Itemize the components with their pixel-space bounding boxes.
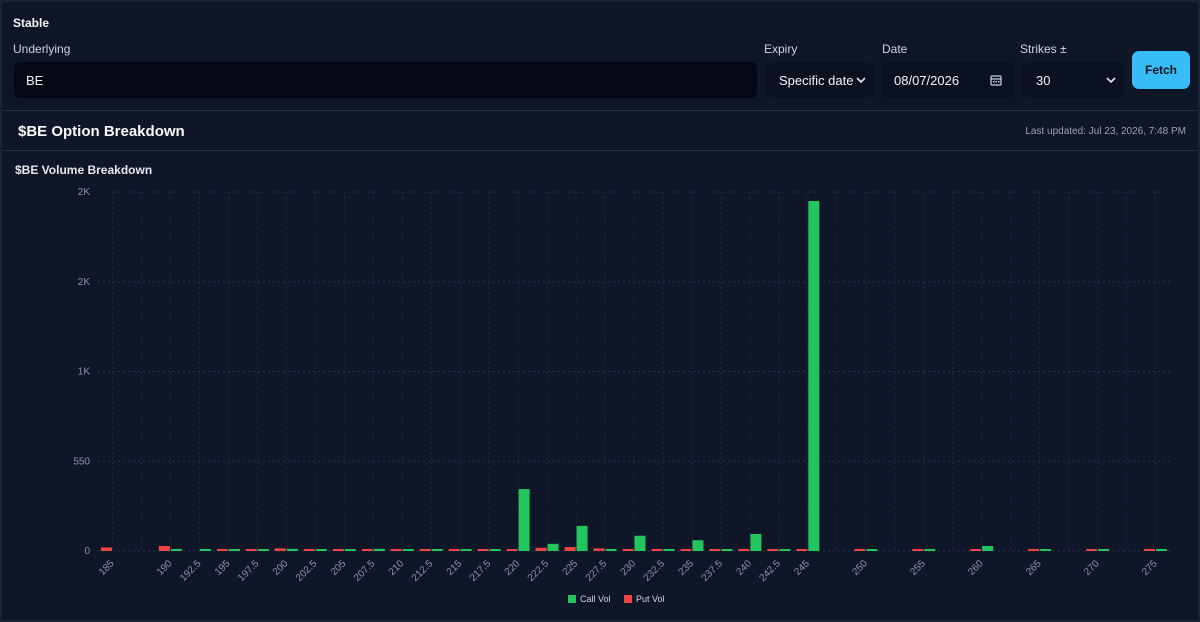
call-vol-bar [460,549,472,551]
put-vol-bar [245,549,257,551]
x-tick-label: 200 [271,558,291,578]
x-tick-label: 232.5 [642,558,668,584]
put-vol-bar [158,545,170,551]
put-vol-bar [332,549,344,551]
y-tick-label: 2K [78,187,91,198]
call-vol-bar [808,200,820,551]
put-vol-bar [912,549,924,551]
call-vol-bar [634,535,646,551]
call-vol-bar [663,549,675,551]
call-vol-bar [750,533,762,551]
put-vol-bar [622,549,634,551]
put-vol-bar [535,547,547,551]
put-vol-bar [477,549,489,551]
call-vol-bar [1098,549,1110,551]
x-tick-label: 230 [619,558,639,578]
put-vol-bar [100,547,112,551]
put-vol-bar [419,549,431,551]
x-tick-label: 227.5 [584,558,610,584]
x-tick-label: 235 [676,558,696,578]
y-tick-label: 2K [78,277,91,288]
put-vol-bar [738,549,750,551]
call-vol-bar [605,549,617,551]
call-vol-bar [489,549,501,551]
call-vol-bar [170,549,182,551]
put-vol-bar [970,549,982,551]
x-tick-label: 242.5 [758,558,784,584]
put-vol-bar [303,549,315,551]
put-vol-bar [390,549,402,551]
call-vol-bar [431,549,443,551]
y-tick-label: 550 [73,456,90,467]
x-tick-label: 265 [1024,558,1044,578]
x-tick-label: 192.5 [178,558,204,584]
put-vol-bar [709,549,721,551]
put-vol-bar [854,549,866,551]
x-tick-label: 185 [97,558,117,578]
put-vol-bar [593,548,605,551]
put-vol-bar [448,549,460,551]
put-vol-bar [506,549,518,551]
call-vol-bar [1156,549,1168,551]
call-vol-bar [1040,549,1052,551]
x-tick-label: 237.5 [700,558,726,584]
x-tick-label: 222.5 [526,558,552,584]
x-tick-label: 190 [155,558,175,578]
put-vol-bar [680,549,692,551]
x-tick-label: 197.5 [236,558,262,584]
put-vol-bar [651,549,663,551]
put-vol-bar [564,547,576,551]
x-tick-label: 220 [503,558,523,578]
x-tick-label: 210 [387,558,407,578]
x-tick-label: 270 [1082,558,1102,578]
x-tick-label: 207.5 [352,558,378,584]
put-vol-bar [796,549,808,551]
call-vol-bar [518,489,530,551]
x-tick-label: 255 [908,558,928,578]
put-vol-bar [1144,549,1156,551]
x-tick-label: 215 [445,558,465,578]
x-tick-label: 250 [850,558,870,578]
x-tick-label: 240 [734,558,754,578]
y-tick-label: 0 [84,546,90,557]
call-vol-bar [692,540,704,551]
call-vol-bar [344,549,356,551]
call-vol-bar [315,549,327,551]
x-tick-label: 195 [213,558,233,578]
legend-swatch-call [568,595,576,603]
app-frame: Stable Underlying BE Expiry Specific dat… [0,0,1200,622]
put-vol-bar [1028,549,1040,551]
call-vol-bar [721,549,733,551]
x-tick-label: 275 [1140,558,1160,578]
call-vol-bar [199,549,211,551]
call-vol-bar [866,549,878,551]
call-vol-bar [373,548,385,551]
legend-label-put: Put Vol [636,594,665,604]
put-vol-bar [361,549,373,551]
call-vol-bar [257,549,269,551]
y-tick-label: 1K [78,367,91,378]
legend-swatch-put [624,595,632,603]
put-vol-bar [767,549,779,551]
call-vol-bar [982,545,994,551]
put-vol-bar [274,548,286,551]
call-vol-bar [286,548,298,551]
put-vol-bar [1086,549,1098,551]
x-tick-label: 217.5 [468,558,494,584]
call-vol-bar [924,549,936,551]
call-vol-bar [779,549,791,551]
volume-chart: 0 550 1K 2K 2K 185 190 192.5 195 197.5 200 202.5 205… [73,187,1170,604]
call-vol-bar [576,525,588,551]
x-tick-label: 212.5 [410,558,436,584]
x-tick-label: 245 [792,558,812,578]
x-tick-label: 202.5 [294,558,320,584]
call-vol-bar [402,549,414,551]
x-tick-label: 205 [329,558,349,578]
legend-label-call: Call Vol [580,594,611,604]
x-tick-label: 260 [966,558,986,578]
put-vol-bar [216,549,228,551]
call-vol-bar [547,543,559,551]
x-tick-label: 225 [561,558,581,578]
call-vol-bar [228,549,240,551]
